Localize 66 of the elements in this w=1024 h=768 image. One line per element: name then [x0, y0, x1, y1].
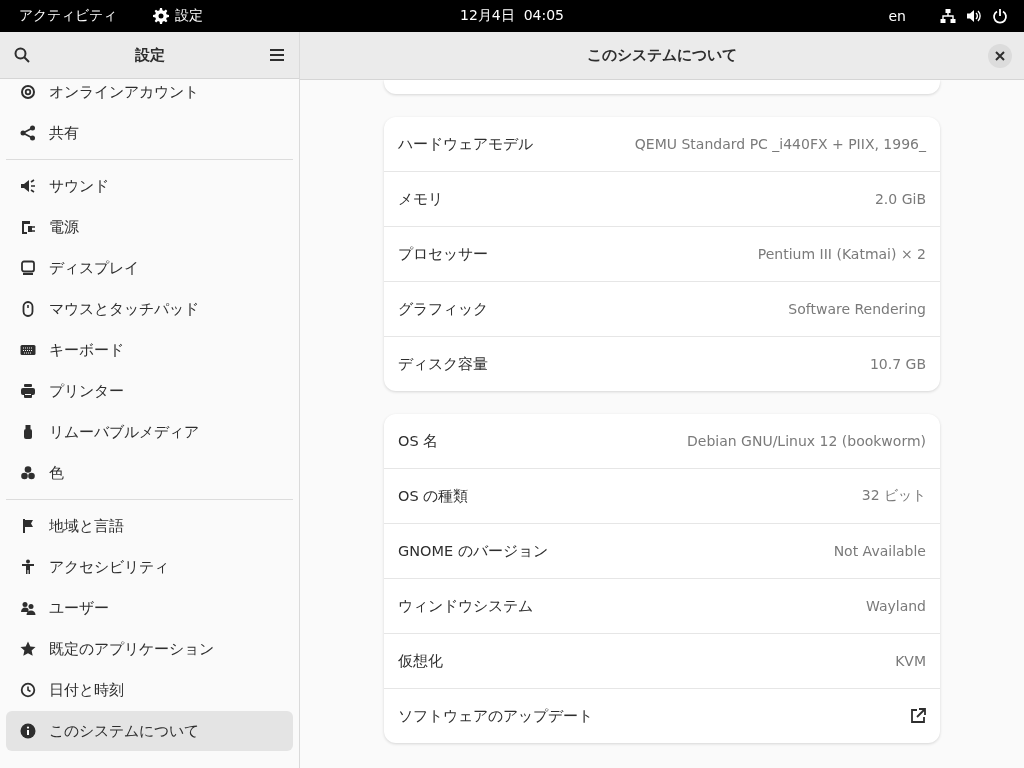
keyboard-layout-indicator[interactable]: en: [888, 8, 906, 24]
circles-icon: [20, 465, 36, 481]
external-link-icon: [910, 708, 926, 724]
row-label: プロセッサー: [398, 244, 488, 264]
sidebar-item[interactable]: サウンド: [6, 166, 293, 206]
row-label: グラフィック: [398, 299, 488, 319]
row-value: Debian GNU/Linux 12 (bookworm): [687, 433, 926, 449]
sidebar-item[interactable]: 電源: [6, 207, 293, 247]
sidebar-item[interactable]: 地域と言語: [6, 506, 293, 546]
speaker-icon: [20, 178, 36, 194]
row-label: GNOME のバージョン: [398, 541, 548, 561]
row-label: メモリ: [398, 189, 443, 209]
sidebar-item[interactable]: 共有: [6, 113, 293, 153]
row-label: OS の種類: [398, 486, 469, 506]
link-row[interactable]: ソフトウェアのアップデート: [384, 688, 940, 743]
row-label: ハードウェアモデル: [398, 134, 533, 154]
clock[interactable]: 12月4日 04:05: [460, 7, 564, 23]
sidebar-item[interactable]: 色: [6, 453, 293, 493]
search-button[interactable]: [14, 47, 30, 63]
people-icon: [20, 600, 36, 616]
volume-icon[interactable]: [966, 8, 982, 24]
network-icon[interactable]: [940, 8, 956, 24]
activities-button[interactable]: アクティビティ: [19, 7, 117, 25]
person-icon: [20, 559, 36, 575]
sidebar-title: 設定: [134, 45, 165, 65]
sidebar-item[interactable]: マウスとタッチパッド: [6, 289, 293, 329]
row-label: ウィンドウシステム: [398, 596, 533, 616]
close-button[interactable]: [988, 44, 1012, 68]
row-label: OS 名: [398, 431, 439, 451]
close-icon: [995, 51, 1005, 61]
power-icon[interactable]: [992, 8, 1008, 24]
monitor-icon: [20, 260, 36, 276]
flag-icon: [20, 518, 36, 534]
row-value: Wayland: [865, 598, 926, 614]
sidebar-item[interactable]: このシステムについて: [6, 711, 293, 751]
row-label: 仮想化: [398, 651, 443, 671]
row-value: QEMU Standard PC _i440FX + PIIX, 1996_: [634, 136, 926, 152]
mouse-icon: [20, 301, 36, 317]
sidebar-item[interactable]: 既定のアプリケーション: [6, 629, 293, 669]
sidebar-item[interactable]: ディスプレイ: [6, 248, 293, 288]
clock-icon: [20, 682, 36, 698]
row-value: 2.0 GiB: [874, 191, 926, 207]
menu-button[interactable]: [269, 47, 285, 63]
info-icon: [20, 723, 36, 739]
sidebar-item[interactable]: キーボード: [6, 330, 293, 370]
row-value: 32 ビット: [861, 487, 926, 505]
row-value: Software Rendering: [788, 301, 926, 317]
app-menu-label[interactable]: 設定: [175, 7, 203, 25]
row-label: ディスク容量: [398, 354, 488, 374]
sidebar-item[interactable]: リムーバブルメディア: [6, 412, 293, 452]
star-icon: [20, 641, 36, 657]
gear-icon: [153, 8, 169, 24]
row-value: 10.7 GB: [869, 356, 926, 372]
row-value: KVM: [895, 653, 926, 669]
row-value: Not Available: [833, 543, 926, 559]
plug-icon: [20, 219, 36, 235]
sidebar-item[interactable]: プリンター: [6, 371, 293, 411]
keyboard-icon: [20, 342, 36, 358]
sidebar-item[interactable]: オンラインアカウント: [6, 72, 293, 112]
sidebar-item[interactable]: 日付と時刻: [6, 670, 293, 710]
share-icon: [20, 125, 36, 141]
sidebar-item[interactable]: ユーザー: [6, 588, 293, 628]
row-value: Pentium III (Katmai) × 2: [757, 246, 926, 262]
printer-icon: [20, 383, 36, 399]
page-title: このシステムについて: [587, 46, 737, 65]
sidebar-item[interactable]: アクセシビリティ: [6, 547, 293, 587]
